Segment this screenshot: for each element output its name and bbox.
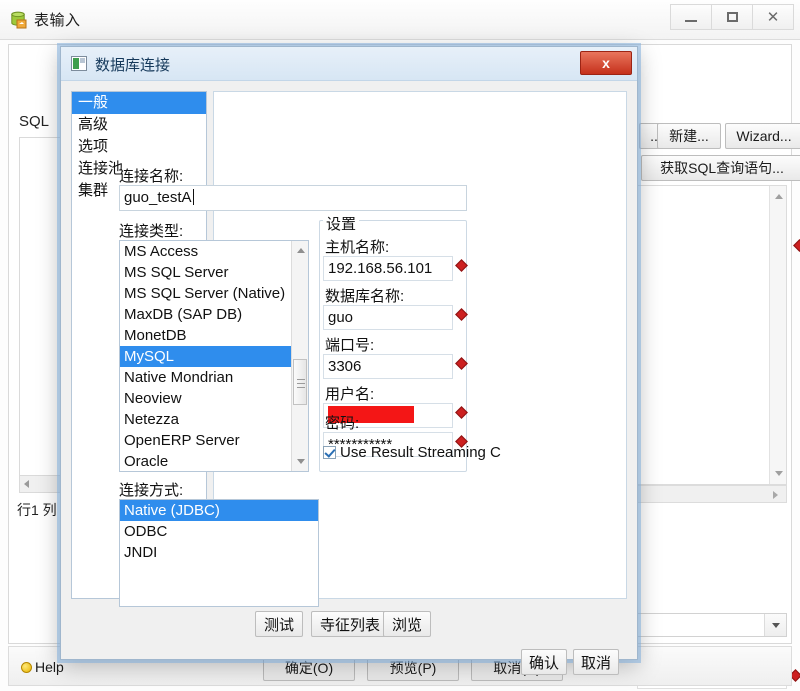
port-input[interactable]: 3306 (323, 354, 453, 379)
sidebar-item-advanced[interactable]: 高级 (72, 114, 206, 136)
port-label: 端口号: (325, 334, 374, 355)
password-label: 密码: (325, 412, 359, 433)
help-link[interactable]: Help (21, 659, 64, 675)
confirm-button[interactable]: 确认 (521, 649, 567, 675)
sidebar-item-options[interactable]: 选项 (72, 136, 206, 158)
new-connection-button[interactable]: 新建... (657, 123, 721, 149)
list-item[interactable]: Neoview (120, 388, 308, 409)
parent-window-titlebar: 表输入 ✕ (0, 0, 800, 40)
username-label: 用户名: (325, 383, 374, 404)
dialog-title: 数据库连接 (95, 54, 170, 75)
scroll-right-icon (773, 491, 778, 499)
checkbox-checked-icon[interactable] (323, 446, 336, 459)
list-item[interactable]: MS Access (120, 241, 308, 262)
dialog-titlebar: 数据库连接 x (61, 47, 637, 81)
list-item-selected[interactable]: MySQL (120, 346, 308, 367)
row-col-status: 行1 列 (17, 500, 57, 520)
maximize-icon (727, 12, 738, 22)
database-connection-dialog: 数据库连接 x 一般 高级 选项 连接池 集群 连接名称: guo_testA … (60, 46, 638, 660)
host-input[interactable]: 192.168.56.101 (323, 256, 453, 281)
connection-method-list[interactable]: Native (JDBC) ODBC JNDI (119, 499, 319, 607)
database-name-label: 数据库名称: (325, 285, 404, 306)
scroll-down-icon[interactable] (297, 459, 305, 464)
dialog-close-button[interactable]: x (580, 51, 632, 75)
scroll-left-icon (24, 480, 29, 488)
wizard-button[interactable]: Wizard... (725, 123, 800, 149)
connection-method-label: 连接方式: (119, 479, 183, 500)
close-button[interactable]: ✕ (752, 4, 794, 30)
get-sql-button[interactable]: 获取SQL查询语句... (641, 155, 800, 181)
connection-name-value: guo_testA (124, 189, 192, 206)
minimize-icon (685, 20, 697, 22)
connection-type-list[interactable]: MS Access MS SQL Server MS SQL Server (N… (119, 240, 309, 472)
list-item-selected[interactable]: Native (JDBC) (120, 500, 318, 521)
connection-type-scrollbar[interactable] (291, 241, 308, 471)
browse-button[interactable]: 浏览 (383, 611, 431, 637)
dialog-cancel-button[interactable]: 取消 (573, 649, 619, 675)
connection-name-label: 连接名称: (119, 165, 183, 186)
sidebar-item-general[interactable]: 一般 (72, 92, 206, 114)
scroll-up-icon[interactable] (297, 248, 305, 253)
required-marker-icon (793, 239, 800, 252)
database-name-input[interactable]: guo (323, 305, 453, 330)
feature-list-button[interactable]: 寺征列表 (311, 611, 389, 637)
result-streaming-checkbox-row[interactable]: Use Result Streaming C (323, 442, 473, 462)
list-item[interactable]: OpenERP Server (120, 430, 308, 451)
sql-preview-panel (637, 185, 787, 485)
list-item[interactable]: ODBC (120, 521, 318, 542)
text-caret (193, 189, 194, 205)
list-item[interactable]: Native Mondrian (120, 367, 308, 388)
host-label: 主机名称: (325, 236, 389, 257)
scrollbar-thumb[interactable] (293, 359, 307, 405)
dialog-body: 一般 高级 选项 连接池 集群 连接名称: guo_testA 连接类型: MS… (61, 81, 637, 661)
sql-textarea-hscrollbar[interactable] (19, 475, 65, 493)
window-controls: ✕ (671, 4, 794, 30)
help-icon (21, 662, 32, 673)
sql-textarea[interactable] (19, 137, 65, 487)
maximize-button[interactable] (711, 4, 753, 30)
preview-vscrollbar[interactable] (769, 186, 786, 484)
scroll-up-icon (775, 194, 783, 199)
list-item[interactable]: MonetDB (120, 325, 308, 346)
help-label: Help (35, 659, 64, 675)
connection-type-label: 连接类型: (119, 220, 183, 241)
list-item[interactable]: JNDI (120, 542, 318, 563)
table-input-icon (10, 11, 28, 29)
connection-name-input[interactable]: guo_testA (119, 185, 467, 211)
list-item[interactable]: Oracle (120, 451, 308, 472)
minimize-button[interactable] (670, 4, 712, 30)
test-button[interactable]: 测试 (255, 611, 303, 637)
list-item[interactable]: Netezza (120, 409, 308, 430)
database-connection-icon (71, 56, 87, 71)
list-item[interactable]: MS SQL Server (Native) (120, 283, 308, 304)
sql-label: SQL (19, 113, 49, 130)
close-icon: ✕ (767, 8, 780, 26)
preview-hscrollbar[interactable] (637, 485, 787, 503)
scroll-down-icon (775, 471, 783, 476)
parent-window-title: 表输入 (34, 9, 81, 30)
list-item[interactable]: MaxDB (SAP DB) (120, 304, 308, 325)
result-streaming-label: Use Result Streaming C (340, 444, 501, 461)
screen: 表输入 ✕ SQL 行1 列 ... 新建... Wizard... 获取SQL… (0, 0, 800, 691)
parent-combobox[interactable] (637, 613, 787, 637)
list-item[interactable]: MS SQL Server (120, 262, 308, 283)
chevron-down-icon[interactable] (764, 614, 786, 636)
settings-group-title: 设置 (323, 213, 359, 234)
